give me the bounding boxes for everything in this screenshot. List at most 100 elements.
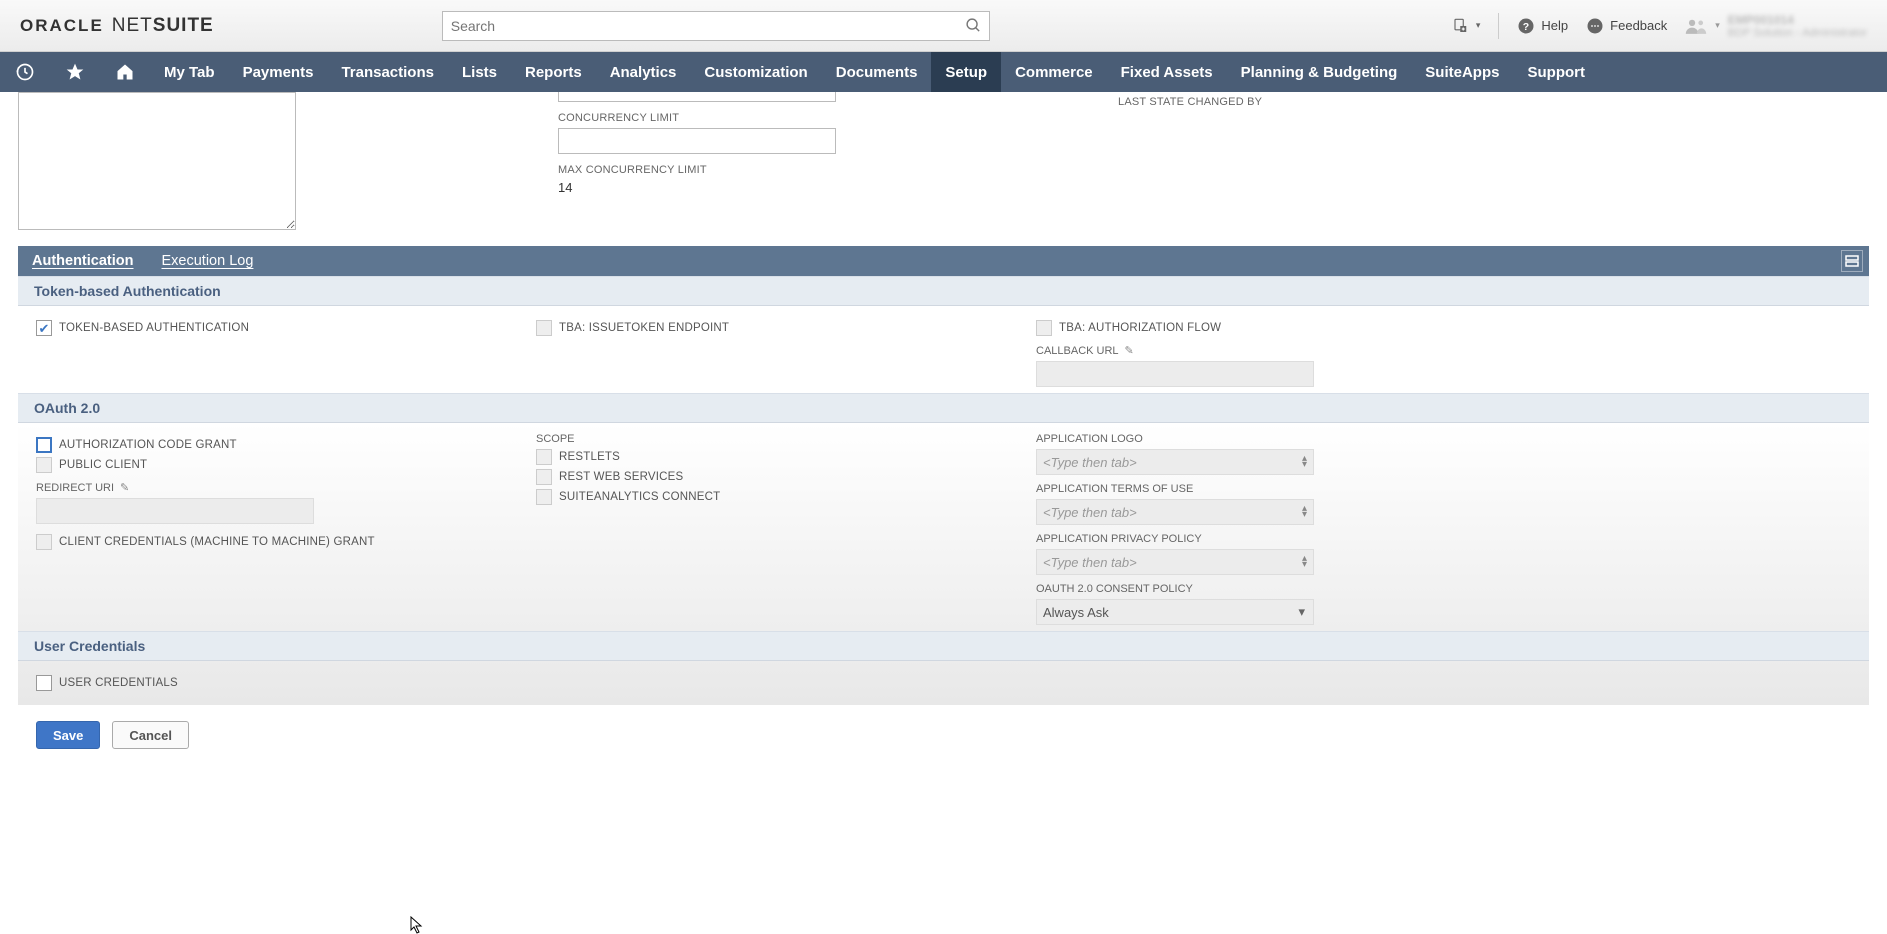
redirect-uri-input[interactable] (36, 498, 314, 524)
nav-recent-icon[interactable] (0, 52, 50, 92)
callback-url-input[interactable] (1036, 361, 1314, 387)
oauth-col-a: AUTHORIZATION CODE GRANT PUBLIC CLIENT R… (36, 433, 516, 625)
role-switcher[interactable]: ▾ EMP001014 BDP Solution - Administrator (1685, 13, 1867, 39)
svg-text:?: ? (1523, 20, 1529, 32)
chevron-down-icon: ▾ (1715, 20, 1720, 31)
nav-my-tab[interactable]: My Tab (150, 52, 229, 92)
app-logo-placeholder: <Type then tab> (1043, 455, 1137, 470)
nav-commerce[interactable]: Commerce (1001, 52, 1107, 92)
nav-setup[interactable]: Setup (931, 52, 1001, 92)
auth-code-grant-checkbox[interactable] (36, 437, 52, 453)
consent-policy-label: OAUTH 2.0 CONSENT POLICY (1036, 583, 1516, 595)
rest-web-checkbox[interactable] (536, 469, 552, 485)
app-privacy-placeholder: <Type then tab> (1043, 555, 1137, 570)
oauth-col-c: APPLICATION LOGO <Type then tab> ▴▾ APPL… (1036, 433, 1516, 625)
logo-netsuite-text: NETSUITE (112, 15, 214, 37)
role-line1: EMP001014 (1728, 13, 1867, 27)
client-credentials-checkbox[interactable] (36, 534, 52, 550)
suiteanalytics-label: SUITEANALYTICS CONNECT (559, 491, 720, 503)
footer-buttons: Save Cancel (18, 705, 1869, 749)
app-logo-label: APPLICATION LOGO (1036, 433, 1516, 445)
updown-icon: ▴▾ (1302, 456, 1307, 468)
client-credentials-row: CLIENT CREDENTIALS (MACHINE TO MACHINE) … (36, 534, 516, 550)
scope-label: SCOPE (536, 433, 1016, 445)
tba-authflow-row: TBA: AUTHORIZATION FLOW (1036, 320, 1516, 336)
create-new-icon (1452, 17, 1470, 35)
section-tba-body: TOKEN-BASED AUTHENTICATION TBA: ISSUETOK… (18, 306, 1869, 393)
suiteanalytics-checkbox[interactable] (536, 489, 552, 505)
main-nav: My Tab Payments Transactions Lists Repor… (0, 52, 1887, 92)
nav-home-icon[interactable] (100, 52, 150, 92)
save-button[interactable]: Save (36, 721, 100, 749)
chevron-down-icon: ▾ (1476, 20, 1481, 31)
role-line2: BDP Solution - Administrator (1728, 27, 1867, 39)
nav-fixed-assets[interactable]: Fixed Assets (1107, 52, 1227, 92)
app-privacy-label: APPLICATION PRIVACY POLICY (1036, 533, 1516, 545)
nav-lists[interactable]: Lists (448, 52, 511, 92)
textarea-stub[interactable] (558, 92, 836, 102)
restlets-checkbox[interactable] (536, 449, 552, 465)
help-link[interactable]: ? Help (1517, 17, 1568, 35)
public-client-checkbox[interactable] (36, 457, 52, 473)
description-textarea[interactable] (18, 92, 296, 230)
token-based-auth-row: TOKEN-BASED AUTHENTICATION (36, 320, 516, 336)
search-icon[interactable] (965, 17, 982, 34)
nav-payments[interactable]: Payments (229, 52, 328, 92)
right-column: LAST STATE CHANGED BY (1118, 92, 1262, 112)
nav-support[interactable]: Support (1513, 52, 1599, 92)
brand-logo: ORACLE NETSUITE (20, 15, 214, 37)
concurrency-limit-label: CONCURRENCY LIMIT (558, 112, 858, 124)
consent-policy-select[interactable]: Always Ask ▾ (1036, 599, 1314, 625)
max-concurrency-limit-label: MAX CONCURRENCY LIMIT (558, 164, 858, 176)
section-oauth-body: AUTHORIZATION CODE GRANT PUBLIC CLIENT R… (18, 423, 1869, 631)
search-input[interactable] (442, 11, 990, 41)
rest-web-row: REST WEB SERVICES (536, 469, 1016, 485)
cancel-button[interactable]: Cancel (112, 721, 189, 749)
tab-authentication[interactable]: Authentication (18, 246, 148, 276)
pencil-icon[interactable]: ✎ (1125, 344, 1134, 357)
nav-customization[interactable]: Customization (690, 52, 821, 92)
auth-code-grant-label: AUTHORIZATION CODE GRANT (59, 439, 237, 451)
concurrency-limit-input[interactable] (558, 128, 836, 154)
token-based-auth-checkbox[interactable] (36, 320, 52, 336)
nav-suiteapps[interactable]: SuiteApps (1411, 52, 1513, 92)
create-new-button[interactable]: ▾ (1452, 17, 1481, 35)
tba-col-a: TOKEN-BASED AUTHENTICATION (36, 316, 516, 387)
public-client-label: PUBLIC CLIENT (59, 459, 147, 471)
usercreds-col: USER CREDENTIALS (36, 671, 516, 695)
section-oauth-header: OAuth 2.0 (18, 393, 1869, 423)
nav-reports[interactable]: Reports (511, 52, 596, 92)
user-credentials-row: USER CREDENTIALS (36, 675, 516, 691)
user-credentials-label: USER CREDENTIALS (59, 677, 178, 689)
nav-transactions[interactable]: Transactions (327, 52, 448, 92)
tba-authflow-label: TBA: AUTHORIZATION FLOW (1059, 322, 1221, 334)
user-credentials-checkbox[interactable] (36, 675, 52, 691)
app-logo-select[interactable]: <Type then tab> ▴▾ (1036, 449, 1314, 475)
tab-layout-icon[interactable] (1841, 250, 1863, 272)
nav-documents[interactable]: Documents (822, 52, 932, 92)
rest-web-label: REST WEB SERVICES (559, 471, 683, 483)
nav-analytics[interactable]: Analytics (596, 52, 691, 92)
pencil-icon[interactable]: ✎ (120, 481, 129, 494)
consent-policy-value: Always Ask (1043, 605, 1109, 620)
tba-issuetoken-checkbox[interactable] (536, 320, 552, 336)
auth-code-grant-row: AUTHORIZATION CODE GRANT (36, 437, 516, 453)
nav-planning-budgeting[interactable]: Planning & Budgeting (1227, 52, 1412, 92)
tab-execution-log[interactable]: Execution Log (148, 246, 268, 276)
redirect-uri-text: REDIRECT URI (36, 482, 114, 494)
tba-col-c: TBA: AUTHORIZATION FLOW CALLBACK URL ✎ (1036, 316, 1516, 387)
section-usercreds-header: User Credentials (18, 631, 1869, 661)
app-privacy-select[interactable]: <Type then tab> ▴▾ (1036, 549, 1314, 575)
subtab-strip: Authentication Execution Log (18, 246, 1869, 276)
app-terms-select[interactable]: <Type then tab> ▴▾ (1036, 499, 1314, 525)
nav-favorites-icon[interactable] (50, 52, 100, 92)
app-terms-label: APPLICATION TERMS OF USE (1036, 483, 1516, 495)
divider (1498, 13, 1499, 39)
tba-authflow-checkbox[interactable] (1036, 320, 1052, 336)
redirect-uri-label: REDIRECT URI ✎ (36, 481, 516, 494)
section-tba-header: Token-based Authentication (18, 276, 1869, 306)
suiteanalytics-row: SUITEANALYTICS CONNECT (536, 489, 1016, 505)
logo-oracle-text: ORACLE (20, 16, 104, 36)
feedback-link[interactable]: Feedback (1586, 17, 1667, 35)
caret-down-icon: ▾ (1298, 604, 1305, 620)
